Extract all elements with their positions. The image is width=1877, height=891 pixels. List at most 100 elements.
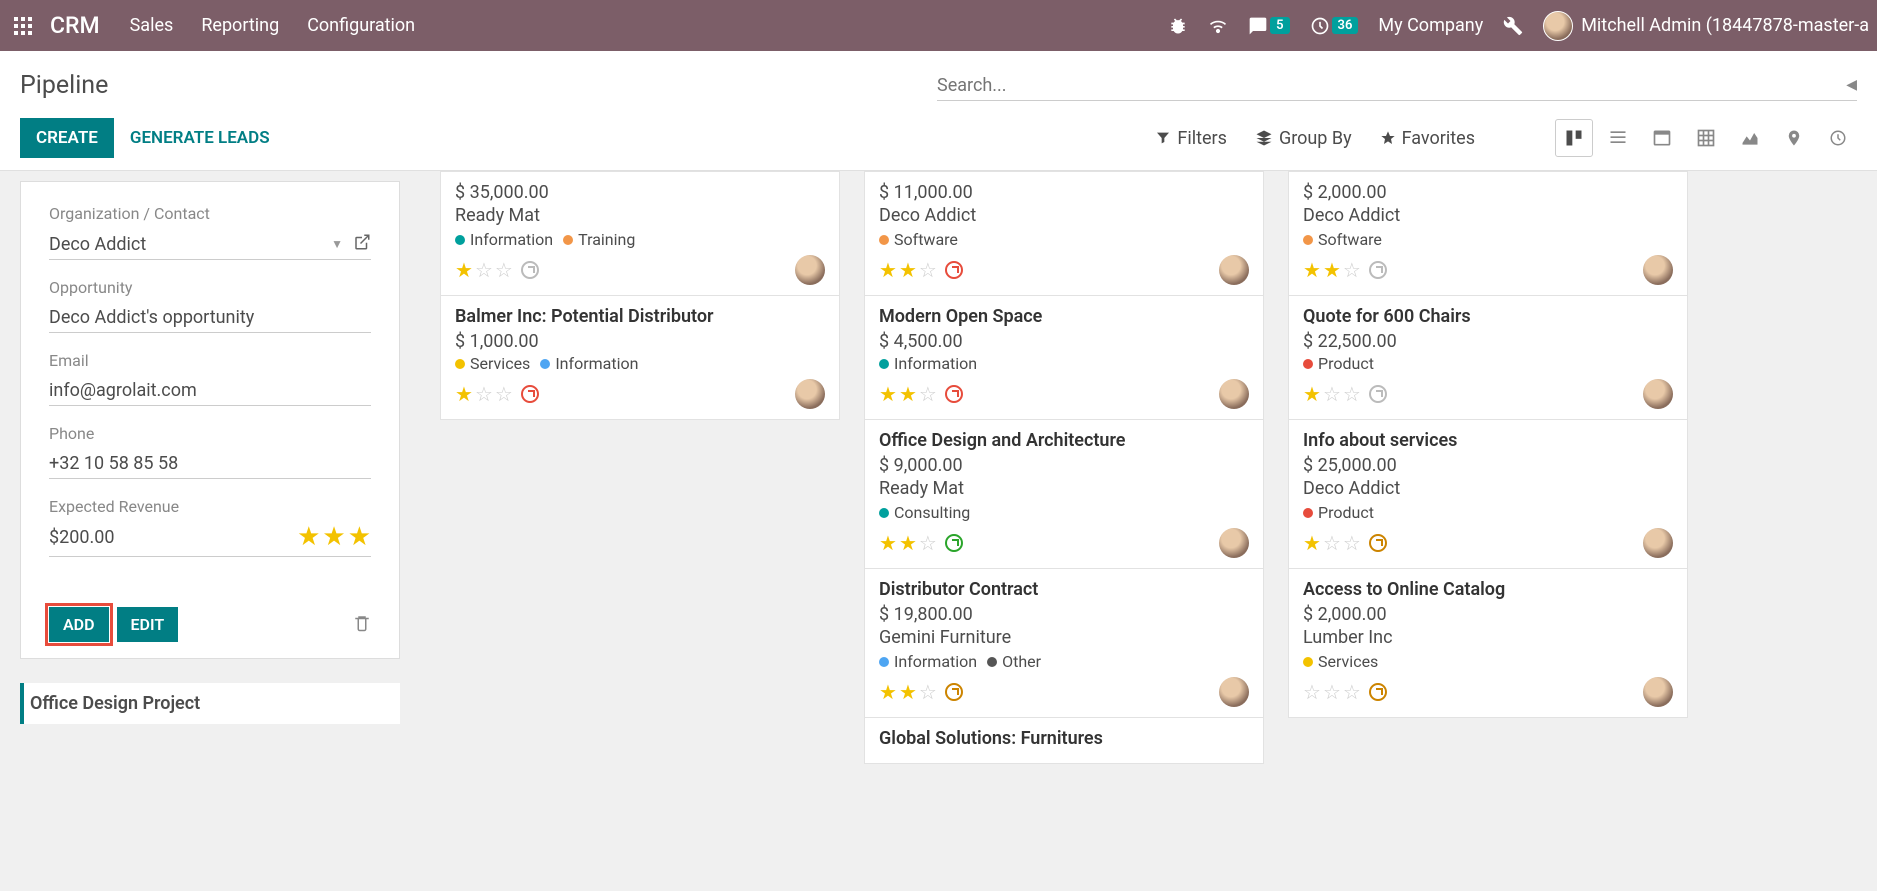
view-graph-button[interactable] — [1731, 119, 1769, 157]
star-icon[interactable]: ☆ — [475, 382, 493, 406]
priority-stars[interactable]: ★☆☆ — [455, 258, 539, 282]
company-switcher[interactable]: My Company — [1378, 15, 1483, 36]
star-icon[interactable]: ☆ — [1343, 382, 1361, 406]
star-icon[interactable]: ★ — [879, 382, 897, 406]
priority-stars[interactable]: ★★☆ — [879, 531, 963, 555]
activity-clock-icon[interactable] — [945, 261, 963, 279]
add-button[interactable]: ADD — [49, 607, 109, 642]
activity-clock-icon[interactable] — [945, 385, 963, 403]
priority-stars[interactable]: ★★☆ — [1303, 258, 1387, 282]
star-icon[interactable]: ★ — [899, 382, 917, 406]
star-icon[interactable]: ★ — [1303, 531, 1321, 555]
star-icon[interactable]: ☆ — [1323, 680, 1341, 704]
star-icon[interactable]: ☆ — [919, 531, 937, 555]
favorites-button[interactable]: Favorites — [1380, 128, 1475, 149]
star-icon[interactable]: ★ — [899, 258, 917, 282]
kanban-card[interactable]: Office Design and Architecture$ 9,000.00… — [864, 420, 1264, 569]
star-icon[interactable]: ★ — [322, 522, 345, 552]
kanban-card[interactable]: Quote for 600 Chairs$ 22,500.00Product★☆… — [1288, 296, 1688, 420]
activity-clock-icon[interactable] — [1369, 683, 1387, 701]
filters-button[interactable]: Filters — [1155, 128, 1227, 149]
view-kanban-button[interactable] — [1555, 119, 1593, 157]
star-icon[interactable]: ☆ — [919, 382, 937, 406]
kanban-card[interactable]: $ 11,000.00Deco AddictSoftware★★☆ — [864, 171, 1264, 296]
activity-clock-icon[interactable] — [521, 261, 539, 279]
star-icon[interactable]: ☆ — [495, 382, 513, 406]
star-icon[interactable]: ☆ — [1343, 258, 1361, 282]
priority-stars[interactable]: ★☆☆ — [1303, 531, 1387, 555]
kanban-card[interactable]: Modern Open Space$ 4,500.00Information★★… — [864, 296, 1264, 420]
edit-button[interactable]: EDIT — [117, 607, 179, 642]
view-activity-button[interactable] — [1819, 119, 1857, 157]
star-icon[interactable]: ★ — [1303, 382, 1321, 406]
brand-label[interactable]: CRM — [50, 12, 100, 39]
view-calendar-button[interactable] — [1643, 119, 1681, 157]
view-map-button[interactable] — [1775, 119, 1813, 157]
activity-clock-icon[interactable] — [1369, 534, 1387, 552]
activity-clock-icon[interactable] — [945, 534, 963, 552]
create-button[interactable]: CREATE — [20, 118, 114, 158]
star-icon[interactable]: ☆ — [1303, 680, 1321, 704]
qc-phone-input[interactable] — [49, 453, 371, 474]
star-icon[interactable]: ★ — [455, 258, 473, 282]
star-icon[interactable]: ☆ — [1323, 382, 1341, 406]
view-pivot-button[interactable] — [1687, 119, 1725, 157]
star-icon[interactable]: ☆ — [495, 258, 513, 282]
kanban-card[interactable]: Distributor Contract$ 19,800.00Gemini Fu… — [864, 569, 1264, 718]
bug-icon[interactable] — [1168, 16, 1188, 36]
search-input[interactable] — [937, 75, 1846, 96]
qc-revenue-input[interactable] — [49, 527, 285, 548]
apps-icon[interactable] — [8, 11, 38, 41]
generate-leads-button[interactable]: GENERATE LEADS — [114, 118, 286, 158]
phone-icon[interactable] — [1208, 16, 1228, 36]
star-icon[interactable]: ☆ — [1323, 531, 1341, 555]
search-expand-icon[interactable]: ◀ — [1846, 77, 1857, 93]
priority-stars[interactable]: ★★☆ — [879, 382, 963, 406]
star-icon[interactable]: ☆ — [919, 680, 937, 704]
trash-icon[interactable] — [353, 614, 371, 636]
star-icon[interactable]: ★ — [455, 382, 473, 406]
view-list-button[interactable] — [1599, 119, 1637, 157]
kanban-card[interactable]: $ 35,000.00Ready MatInformationTraining★… — [440, 171, 840, 296]
star-icon[interactable]: ☆ — [1343, 531, 1361, 555]
menu-reporting[interactable]: Reporting — [201, 15, 279, 36]
priority-stars[interactable]: ★★☆ — [879, 680, 963, 704]
star-icon[interactable]: ★ — [297, 522, 320, 552]
qc-opp-input[interactable] — [49, 307, 371, 328]
kanban-card-below[interactable]: Office Design Project — [20, 683, 400, 724]
kanban-card[interactable]: Global Solutions: Furnitures — [864, 718, 1264, 764]
kanban-card[interactable]: $ 2,000.00Deco AddictSoftware★★☆ — [1288, 171, 1688, 296]
star-icon[interactable]: ☆ — [475, 258, 493, 282]
debug-tools-icon[interactable] — [1503, 16, 1523, 36]
qc-org-input[interactable] — [49, 234, 327, 255]
menu-sales[interactable]: Sales — [130, 15, 174, 36]
star-icon[interactable]: ★ — [899, 680, 917, 704]
star-icon[interactable]: ★ — [879, 531, 897, 555]
priority-stars[interactable]: ★★☆ — [879, 258, 963, 282]
priority-stars[interactable]: ☆☆☆ — [1303, 680, 1387, 704]
star-icon[interactable]: ★ — [899, 531, 917, 555]
activity-clock-icon[interactable] — [1369, 261, 1387, 279]
star-icon[interactable]: ☆ — [919, 258, 937, 282]
messages-icon[interactable]: 5 — [1248, 16, 1289, 36]
activity-clock-icon[interactable] — [521, 385, 539, 403]
dropdown-caret-icon[interactable]: ▼ — [331, 237, 343, 251]
kanban-card[interactable]: Balmer Inc: Potential Distributor$ 1,000… — [440, 296, 840, 420]
star-icon[interactable]: ★ — [879, 680, 897, 704]
user-menu[interactable]: Mitchell Admin (18447878-master-a — [1543, 11, 1869, 41]
activity-clock-icon[interactable] — [945, 683, 963, 701]
kanban-card[interactable]: Access to Online Catalog$ 2,000.00Lumber… — [1288, 569, 1688, 718]
star-icon[interactable]: ★ — [348, 522, 371, 552]
priority-stars[interactable]: ★☆☆ — [455, 382, 539, 406]
qc-email-input[interactable] — [49, 380, 371, 401]
qc-priority-stars[interactable]: ★ ★ ★ — [297, 522, 371, 552]
activity-clock-icon[interactable] — [1369, 385, 1387, 403]
star-icon[interactable]: ★ — [879, 258, 897, 282]
priority-stars[interactable]: ★☆☆ — [1303, 382, 1387, 406]
star-icon[interactable]: ★ — [1303, 258, 1321, 282]
star-icon[interactable]: ★ — [1323, 258, 1341, 282]
activities-icon[interactable]: 36 — [1310, 16, 1359, 36]
kanban-card[interactable]: Info about services$ 25,000.00Deco Addic… — [1288, 420, 1688, 569]
menu-configuration[interactable]: Configuration — [307, 15, 415, 36]
groupby-button[interactable]: Group By — [1255, 128, 1352, 149]
